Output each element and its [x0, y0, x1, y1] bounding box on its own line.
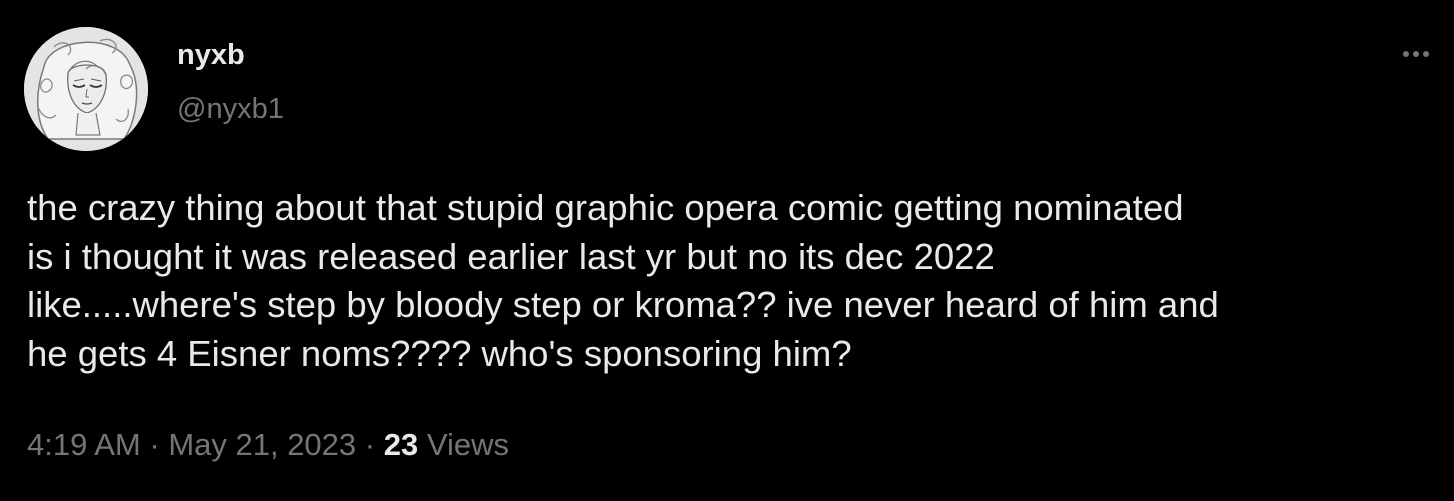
author-handle[interactable]: @nyxb1: [177, 89, 284, 129]
more-horizontal-icon: [1401, 51, 1431, 57]
tweet-date[interactable]: May 21, 2023: [168, 427, 356, 462]
views-label: Views: [418, 427, 509, 462]
meta-separator: ·: [356, 427, 384, 462]
tweet-meta: 4:19 AM · May 21, 2023 · 23 Views: [27, 423, 509, 467]
views-link[interactable]: 23 Views: [384, 427, 509, 462]
author-display-name[interactable]: nyxb: [177, 35, 245, 75]
avatar-illustration-icon: [24, 27, 148, 151]
tweet-card: nyxb @nyxb1 the crazy thing about that s…: [0, 0, 1454, 501]
more-options-button[interactable]: [1394, 36, 1438, 72]
meta-separator: ·: [140, 427, 169, 462]
tweet-text: the crazy thing about that stupid graphi…: [27, 187, 1219, 374]
views-count: 23: [383, 427, 419, 462]
tweet-time[interactable]: 4:19 AM: [27, 427, 141, 462]
avatar[interactable]: [24, 27, 148, 151]
